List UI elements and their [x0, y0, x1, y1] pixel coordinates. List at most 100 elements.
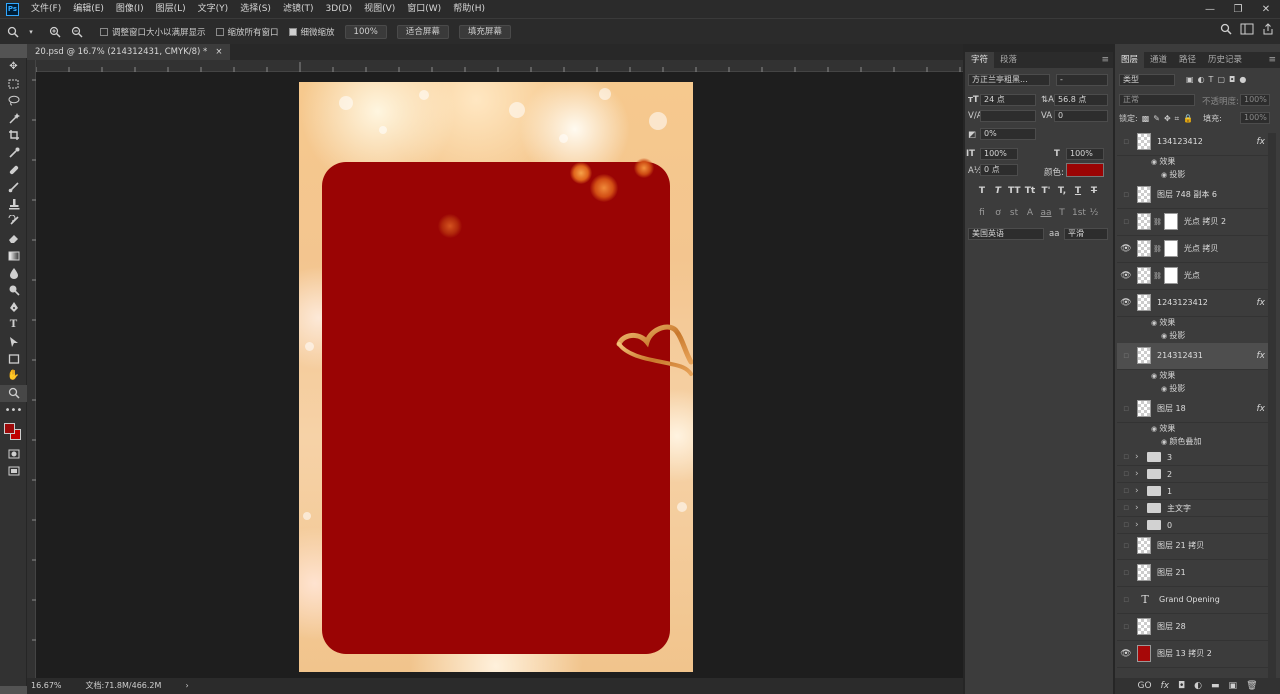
visibility-eye-icon[interactable]: ▫ [1117, 137, 1135, 147]
chevron-right-icon[interactable]: › [1135, 452, 1143, 462]
mask-link-icon[interactable]: ⛓ [1153, 218, 1162, 226]
horizontal-ruler[interactable] [35, 60, 963, 72]
chevron-down-icon[interactable]: ▾ [26, 23, 36, 41]
effects-group-row[interactable]: ◉ 效果 [1117, 369, 1269, 382]
faux-italic-button[interactable]: T [992, 186, 1004, 196]
layer-row[interactable]: ▫ T Grand Opening [1117, 587, 1269, 614]
layer-effects-icon[interactable]: fx [1257, 137, 1266, 147]
mask-link-icon[interactable]: ⛓ [1153, 272, 1162, 280]
lock-artboard-icon[interactable]: ⌗ [1175, 114, 1180, 124]
close-tab-icon[interactable]: × [215, 44, 222, 60]
menu-select[interactable]: 选择(S) [234, 0, 277, 18]
panel-menu-icon[interactable]: ≡ [1268, 52, 1276, 68]
layer-name[interactable]: 主文字 [1167, 503, 1191, 514]
magic-wand-tool-icon[interactable] [0, 110, 27, 127]
menu-file[interactable]: 文件(F) [25, 0, 67, 18]
visibility-eye-icon[interactable]: ▫ [1117, 520, 1135, 530]
blur-tool-icon[interactable] [0, 264, 27, 281]
layer-mask-thumbnail[interactable] [1163, 213, 1178, 231]
font-size-field[interactable]: 24 点 [980, 94, 1036, 106]
tab-paths[interactable]: 路径 [1173, 52, 1202, 68]
layer-name[interactable]: 图层 13 拷贝 2 [1157, 648, 1212, 659]
layer-row[interactable]: ▫ › 2 [1117, 466, 1269, 483]
history-brush-tool-icon[interactable] [0, 213, 27, 230]
layer-row[interactable]: 👁 ⛓ 光点 拷贝 [1117, 236, 1269, 263]
zoom-tool-icon[interactable] [0, 384, 27, 402]
dodge-tool-icon[interactable] [0, 281, 27, 298]
lock-paint-icon[interactable]: ✎ [1153, 114, 1160, 123]
titling-alternates-button[interactable]: T [1056, 208, 1068, 218]
effects-group-row[interactable]: ◉ 效果 [1117, 155, 1269, 168]
layer-name[interactable]: 光点 拷贝 2 [1184, 216, 1226, 227]
small-caps-button[interactable]: Tt [1024, 186, 1036, 196]
layer-row[interactable]: ▫ › 主文字 [1117, 500, 1269, 517]
lock-all-icon[interactable]: 🔒 [1183, 114, 1193, 123]
tab-channels[interactable]: 通道 [1144, 52, 1173, 68]
quick-mask-icon[interactable] [0, 445, 27, 462]
layer-row[interactable]: ▫ ⛓ 光点 拷贝 2 [1117, 209, 1269, 236]
lock-position-icon[interactable]: ✥ [1164, 114, 1171, 123]
layer-name[interactable]: 1 [1167, 487, 1172, 496]
red-content-panel[interactable] [322, 158, 670, 654]
document-tab[interactable]: 20.psd @ 16.7% (214312431, CMYK/8) * × [27, 44, 231, 60]
layer-name[interactable]: 134123412 [1157, 137, 1203, 146]
effect-item-row[interactable]: ◉ 颜色叠加 [1117, 435, 1269, 448]
tsume-field[interactable]: 0% [980, 128, 1036, 140]
layer-style-icon[interactable]: fx [1161, 681, 1170, 691]
font-style-select[interactable]: - [1056, 74, 1108, 86]
fractions-button[interactable]: ½ [1088, 208, 1100, 218]
search-icon[interactable] [1220, 23, 1232, 38]
all-caps-button[interactable]: TT [1008, 186, 1021, 196]
opacity-field[interactable]: 100% [1240, 94, 1270, 106]
tab-history[interactable]: 历史记录 [1202, 52, 1248, 68]
chevron-right-icon[interactable]: › [1135, 486, 1143, 496]
resize-windows-checkbox[interactable]: 调整窗口大小以满屏显示 [100, 26, 206, 38]
kerning-field[interactable] [980, 110, 1036, 122]
fill-field[interactable]: 100% [1240, 112, 1270, 124]
blend-mode-select[interactable]: 正常 [1119, 94, 1195, 106]
path-selection-tool-icon[interactable] [0, 333, 27, 350]
menu-image[interactable]: 图像(I) [110, 0, 150, 18]
underline-button[interactable]: T [1072, 186, 1084, 196]
faux-bold-button[interactable]: T [976, 186, 988, 196]
layer-name[interactable]: Grand Opening [1159, 595, 1220, 604]
visibility-eye-icon[interactable]: ▫ [1117, 190, 1135, 200]
eraser-tool-icon[interactable] [0, 230, 27, 247]
visibility-eye-icon[interactable]: 👁 [1117, 271, 1135, 281]
workspace-icon[interactable] [1240, 23, 1254, 38]
layer-row[interactable]: ▫ › 0 [1117, 517, 1269, 534]
tab-layers[interactable]: 图层 [1115, 52, 1145, 68]
new-layer-icon[interactable]: ▣ [1229, 681, 1238, 691]
layer-row[interactable]: ▫ 图层 21 拷贝 [1117, 533, 1269, 560]
effects-group-row[interactable]: ◉ 效果 [1117, 422, 1269, 435]
horizontal-scale-field[interactable]: 100% [1066, 148, 1104, 160]
restore-button[interactable]: ❐ [1224, 0, 1252, 18]
subscript-button[interactable]: T, [1056, 186, 1068, 196]
layer-row[interactable]: ▫ 134123412 fx [1117, 129, 1269, 156]
zoom-readout[interactable]: 16.67% [31, 678, 62, 694]
visibility-eye-icon[interactable]: ▫ [1117, 486, 1135, 496]
zoom-all-windows-checkbox[interactable]: 缩放所有窗口 [215, 26, 279, 38]
screen-mode-icon[interactable] [0, 462, 27, 479]
ligatures-button[interactable]: fi [976, 208, 988, 218]
visibility-eye-icon[interactable]: ▫ [1117, 622, 1135, 632]
lasso-tool-icon[interactable] [0, 92, 27, 109]
color-swatches[interactable] [0, 419, 27, 445]
stylistic-alternates-button[interactable]: aa [1040, 208, 1052, 218]
visibility-eye-icon[interactable]: ▫ [1117, 217, 1135, 227]
menu-edit[interactable]: 编辑(E) [67, 0, 110, 18]
scrubby-zoom-checkbox[interactable]: 细微缩放 [288, 26, 335, 38]
link-layers-icon[interactable]: GO [1137, 681, 1151, 691]
visibility-eye-icon[interactable]: ▫ [1117, 568, 1135, 578]
menu-3d[interactable]: 3D(D) [319, 0, 358, 18]
layer-row[interactable]: ▫ 图层 18 fx [1117, 396, 1269, 423]
share-icon[interactable] [1262, 23, 1274, 38]
language-select[interactable]: 美国英语 [968, 228, 1044, 240]
layer-row[interactable]: 👁 1243123412 fx [1117, 290, 1269, 317]
status-menu-arrow[interactable]: › [185, 678, 188, 694]
foreground-color-swatch[interactable] [4, 422, 15, 434]
checkbox-box[interactable] [215, 27, 224, 36]
chevron-right-icon[interactable]: › [1135, 469, 1143, 479]
clone-stamp-tool-icon[interactable] [0, 196, 27, 213]
layer-row[interactable]: ▫ 图层 28 [1117, 614, 1269, 641]
